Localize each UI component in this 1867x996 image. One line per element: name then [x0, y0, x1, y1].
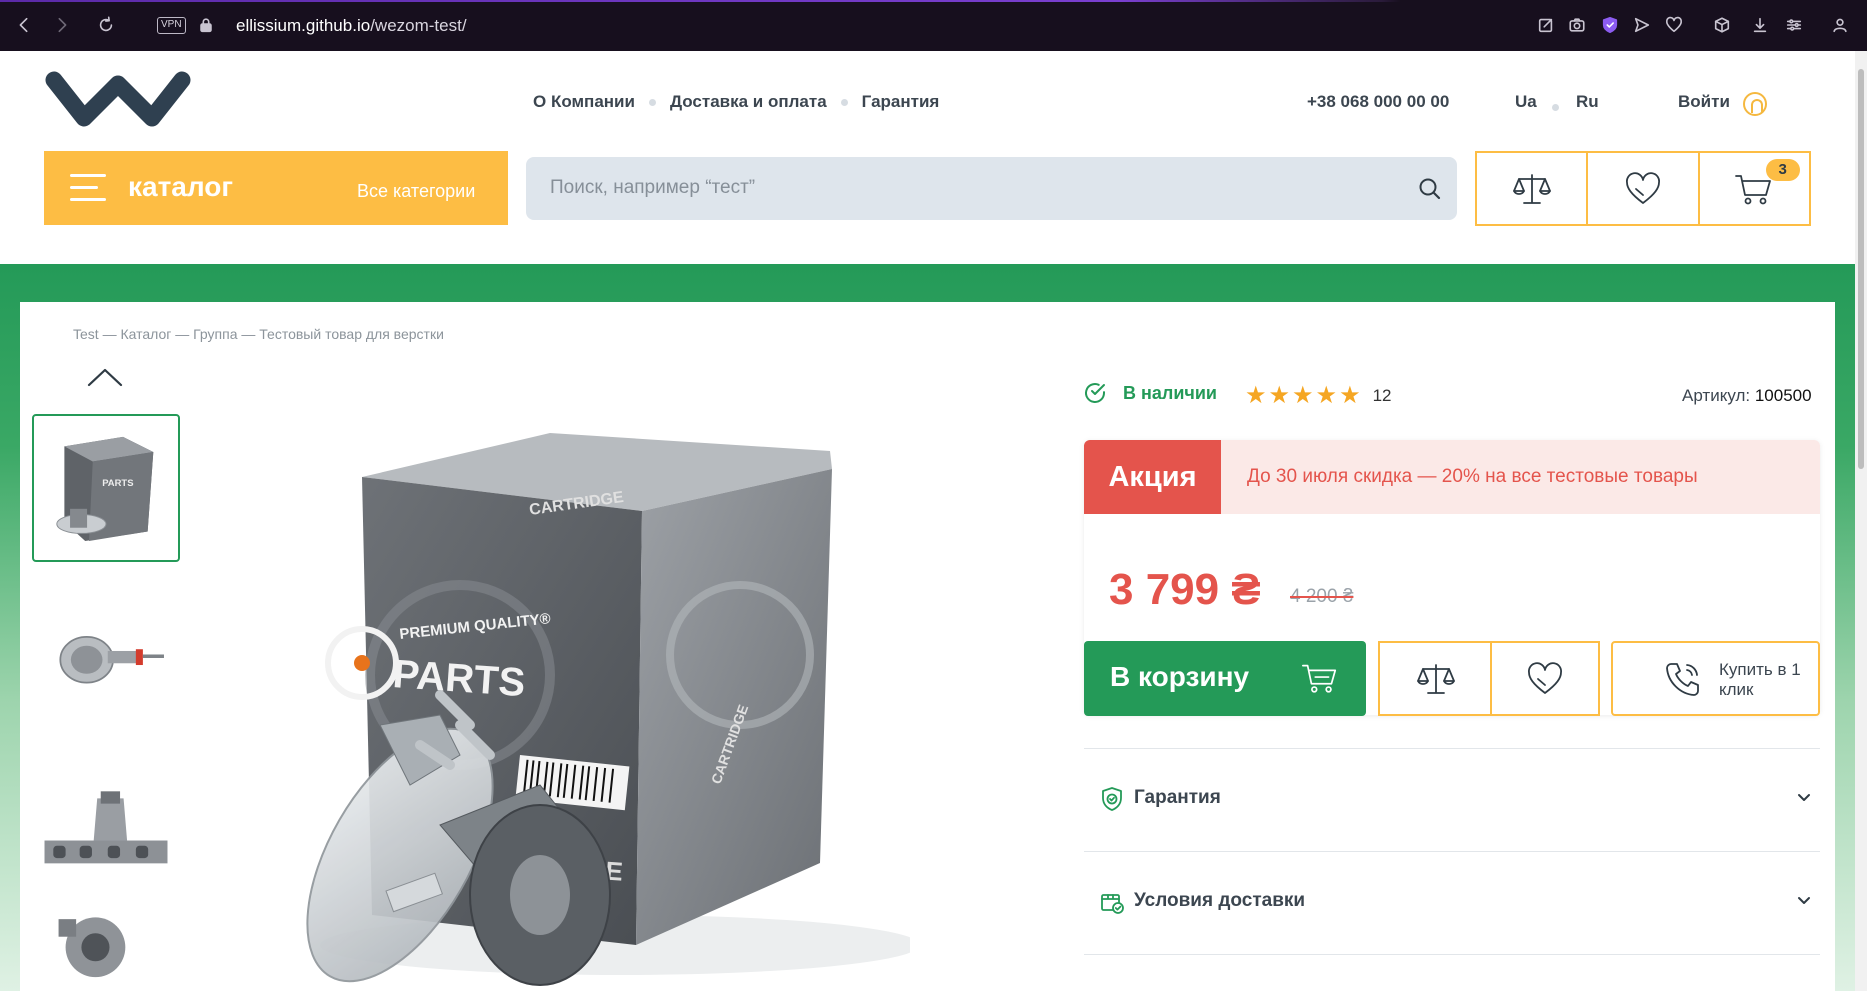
- nav-separator: [648, 98, 656, 106]
- nav-separator: [840, 98, 848, 106]
- nav-link-about[interactable]: О Компании: [533, 92, 635, 112]
- sku-value: 100500: [1754, 386, 1812, 405]
- lang-ru[interactable]: Ru: [1576, 92, 1599, 112]
- box-icon[interactable]: [1712, 15, 1732, 35]
- send-icon[interactable]: [1632, 15, 1652, 35]
- sku: Артикул: 100500: [1682, 386, 1812, 406]
- scrollbar-thumb[interactable]: [1858, 69, 1864, 469]
- thumbnail-3[interactable]: [32, 763, 180, 911]
- lang-separator: [1552, 104, 1559, 111]
- settings-sliders-icon[interactable]: [1784, 15, 1804, 35]
- thumbnail-1[interactable]: PARTS: [32, 414, 180, 562]
- search-box: [526, 157, 1457, 220]
- camera-icon[interactable]: [1567, 15, 1587, 35]
- promo-header: Акция До 30 июля скидка — 20% на все тес…: [1084, 440, 1820, 514]
- catalog-button[interactable]: каталог Все категории: [44, 151, 508, 225]
- product-compare-button[interactable]: [1378, 641, 1492, 716]
- phone-icon: [1666, 663, 1699, 696]
- catalog-title: каталог: [128, 171, 234, 202]
- accordion-delivery-label: Условия доставки: [1134, 890, 1306, 911]
- header-actions: 3: [1475, 151, 1811, 226]
- page-scrollbar[interactable]: [1855, 51, 1867, 991]
- breadcrumb[interactable]: Test — Каталог — Группа — Тестовый товар…: [73, 326, 444, 342]
- svg-text:PARTS: PARTS: [102, 478, 133, 489]
- back-icon[interactable]: [14, 15, 34, 35]
- delivery-icon: [1098, 888, 1126, 916]
- thumbnail-manifold-image: [44, 791, 168, 864]
- accordion-warranty-label: Гарантия: [1134, 787, 1221, 808]
- forward-icon[interactable]: [52, 15, 72, 35]
- stock-label: В наличии: [1123, 382, 1217, 403]
- compare-button[interactable]: [1477, 153, 1589, 224]
- accordion-delivery[interactable]: Условия доставки: [1084, 851, 1820, 954]
- thumbnail-4[interactable]: [32, 900, 180, 991]
- rating[interactable]: ★★★★★ 12: [1245, 381, 1392, 410]
- heart-icon: [1528, 661, 1562, 694]
- old-price: 4 200 ₴: [1290, 586, 1354, 607]
- phone-number[interactable]: +38 068 000 00 00: [1307, 92, 1449, 112]
- search-icon[interactable]: [1417, 176, 1443, 202]
- buy-one-click-label: Купить в 1 клик: [1719, 660, 1801, 699]
- compare-icon: [1512, 173, 1551, 204]
- edit-page-icon[interactable]: [1536, 15, 1556, 35]
- check-circle-icon: [1085, 383, 1105, 403]
- compare-icon: [1417, 663, 1455, 694]
- shield-icon: [1098, 785, 1126, 813]
- login-link[interactable]: Войти: [1678, 92, 1730, 112]
- accordion-warranty[interactable]: Гарантия: [1084, 748, 1820, 851]
- cart-button[interactable]: 3: [1700, 153, 1809, 224]
- heart-icon: [1626, 171, 1660, 204]
- reload-icon[interactable]: [96, 15, 116, 35]
- add-to-cart-label: В корзину: [1110, 661, 1250, 692]
- current-price: 3 799 ₴: [1109, 565, 1261, 614]
- nav-link-delivery[interactable]: Доставка и оплата: [670, 92, 827, 112]
- login-icon[interactable]: [1743, 92, 1767, 116]
- chevron-down-icon: [1798, 897, 1810, 904]
- thumbs-up-arrow-icon[interactable]: [86, 366, 124, 388]
- product-wishlist-button[interactable]: [1490, 641, 1600, 716]
- logo-w-mark: [45, 71, 191, 127]
- lang-ua[interactable]: Ua: [1515, 92, 1537, 112]
- all-categories-label: Все категории: [357, 181, 476, 201]
- thumbnail-box-image: PARTS: [56, 436, 154, 541]
- search-input[interactable]: [550, 171, 1370, 205]
- profile-icon[interactable]: [1830, 15, 1850, 35]
- rating-stars-icon: ★★★★★: [1245, 382, 1363, 409]
- reviews-count[interactable]: 12: [1373, 386, 1392, 406]
- box-text-parts: PARTS: [391, 652, 526, 705]
- accordion-divider: [1084, 954, 1820, 991]
- cart-count-badge: 3: [1765, 159, 1800, 181]
- lock-icon[interactable]: [196, 15, 216, 35]
- vpn-badge[interactable]: VPN: [157, 17, 186, 34]
- address-bar[interactable]: ellissium.github.io/wezom-test/: [236, 14, 467, 38]
- url-path: /wezom-test/: [370, 16, 467, 35]
- menu-icon: [70, 174, 106, 202]
- nav-link-warranty[interactable]: Гарантия: [862, 92, 940, 112]
- browser-toolbar: VPN ellissium.github.io/wezom-test/: [0, 0, 1867, 51]
- tab-accent-line: [0, 0, 1867, 2]
- sku-label: Артикул:: [1682, 386, 1751, 405]
- product-main-image[interactable]: PREMIUM QUALITY® PARTS CARTRIDGE CARTRID…: [290, 425, 920, 991]
- stock-status: В наличии: [1083, 381, 1217, 405]
- chevron-down-icon: [1798, 794, 1810, 801]
- heart-outline-icon[interactable]: [1664, 15, 1684, 35]
- add-to-cart-button[interactable]: В корзину: [1084, 641, 1366, 716]
- promo-tag: Акция: [1084, 440, 1221, 514]
- site-logo[interactable]: [44, 70, 192, 132]
- wishlist-button[interactable]: [1588, 153, 1700, 224]
- cart-icon: [1302, 664, 1337, 693]
- url-host: ellissium.github.io: [236, 16, 371, 35]
- shield-extension-icon[interactable]: [1600, 15, 1620, 35]
- turbo-cartridge-box-image: PREMIUM QUALITY® PARTS CARTRIDGE CARTRID…: [306, 433, 920, 986]
- thumbnail-housing-image: [58, 917, 126, 978]
- promo-message: До 30 июля скидка — 20% на все тестовые …: [1247, 466, 1698, 487]
- thumbnail-2[interactable]: [32, 584, 180, 732]
- thumbnail-actuator-image: [59, 636, 164, 684]
- top-navigation: О Компании Доставка и оплата Гарантия: [533, 92, 939, 112]
- download-icon[interactable]: [1750, 15, 1770, 35]
- buy-one-click-button[interactable]: Купить в 1 клик: [1611, 641, 1820, 716]
